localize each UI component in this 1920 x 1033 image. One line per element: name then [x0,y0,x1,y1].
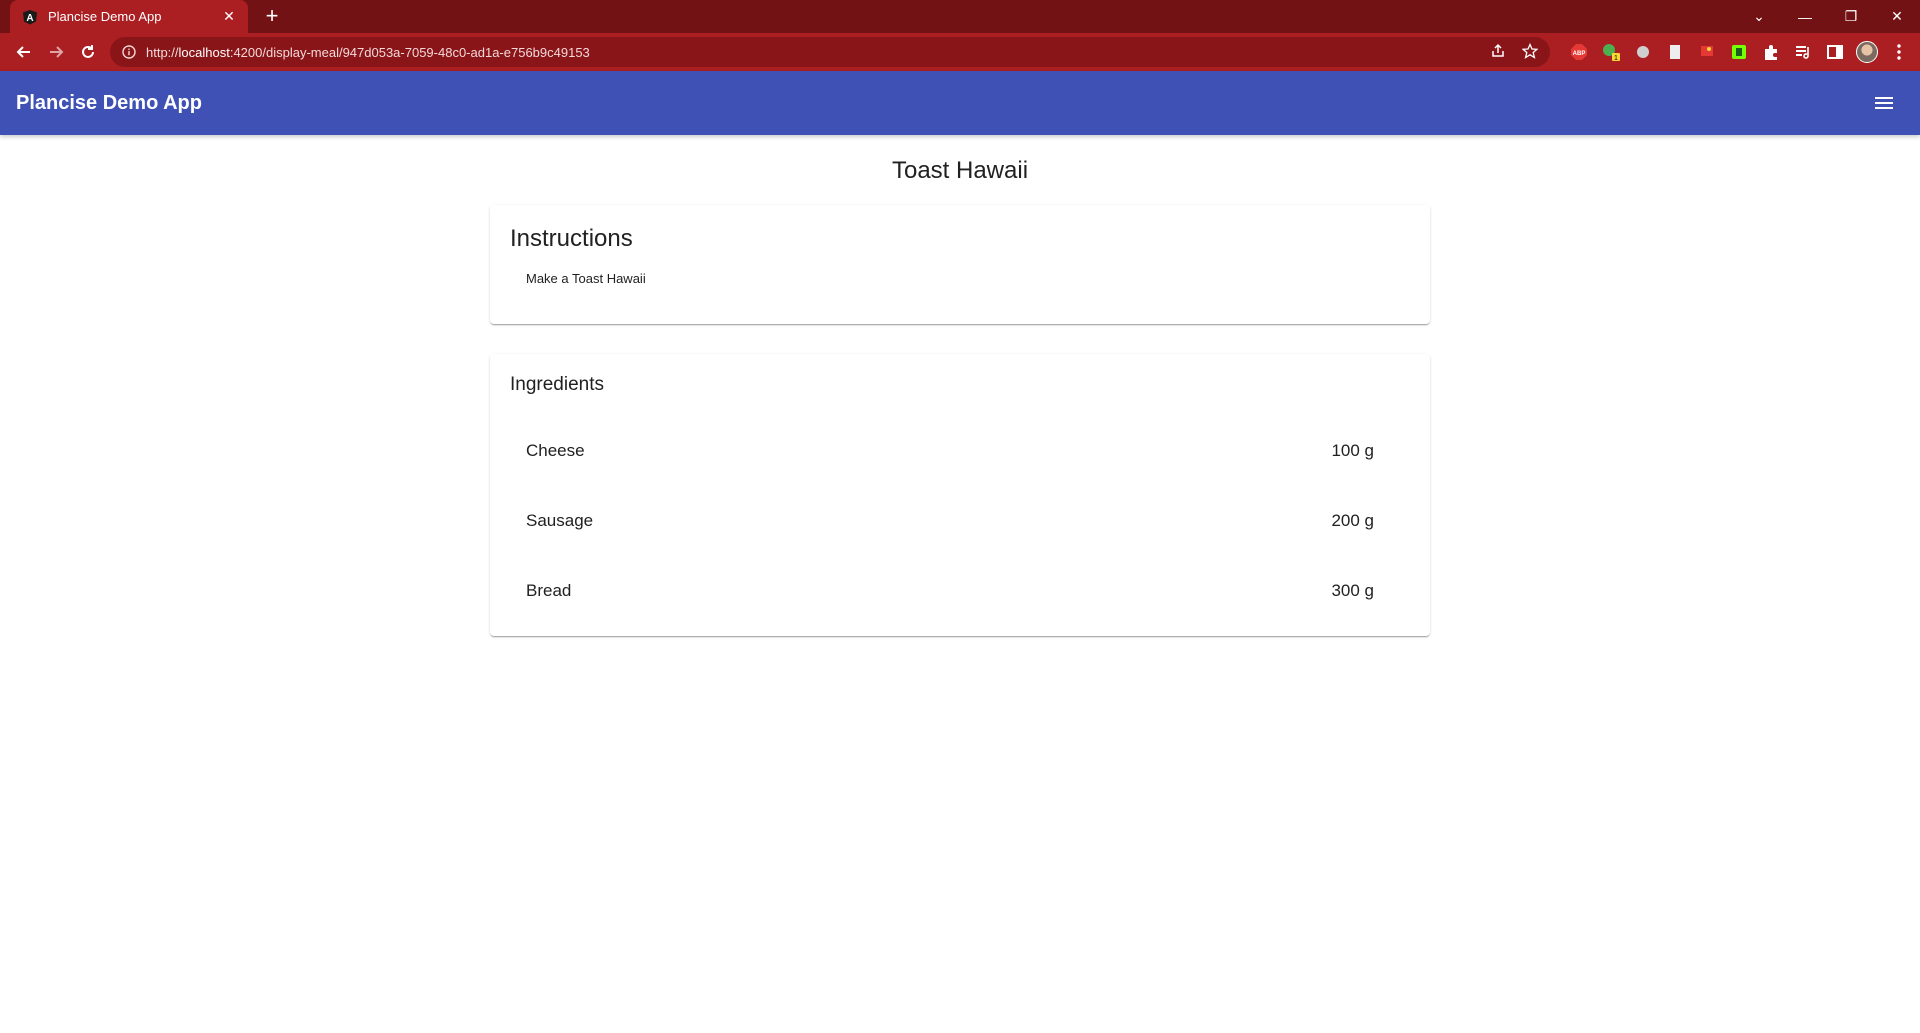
ingredients-card: Ingredients Cheese 100 g Sausage 200 g B… [490,354,1430,636]
reload-icon[interactable] [72,36,104,68]
extensions-area: ABP 1 [1568,41,1910,63]
reading-list-icon[interactable] [1792,41,1814,63]
browser-toolbar: http://localhost:4200/display-meal/947d0… [0,33,1920,71]
circle-extension-icon[interactable] [1632,41,1654,63]
url-prefix: http:// [146,44,179,60]
abp-icon[interactable]: ABP [1568,41,1590,63]
ingredients-heading: Ingredients [510,374,605,395]
browser-tab-active[interactable]: A Plancise Demo App ✕ [10,0,248,33]
close-window-icon[interactable]: ✕ [1874,2,1920,32]
ingredient-name: Bread [526,581,572,600]
ingredient-name: Cheese [526,441,585,460]
bookmark-star-icon[interactable] [1521,42,1539,62]
instructions-text: Make a Toast Hawaii [526,271,646,286]
hamburger-menu-icon[interactable] [1864,83,1904,123]
svg-text:A: A [26,13,33,24]
green-extension-icon[interactable] [1728,41,1750,63]
app-title: Plancise Demo App [16,91,202,114]
minimize-icon[interactable]: — [1782,2,1828,32]
restore-icon[interactable]: ❐ [1828,2,1874,32]
instructions-card: Instructions Make a Toast Hawaii [490,205,1430,324]
omnibox-actions [1490,42,1539,62]
flag-extension-icon[interactable] [1696,41,1718,63]
instructions-heading: Instructions [510,225,633,252]
page-extension-icon[interactable] [1664,41,1686,63]
window-controls: ⌄ — ❐ ✕ [1736,0,1920,33]
site-info-icon[interactable] [122,45,136,59]
tab-strip: A Plancise Demo App ✕ + ⌄ — ❐ ✕ [0,0,1920,33]
ingredient-row: Sausage 200 g [510,486,1410,556]
meal-title: Toast Hawaii [891,157,1029,184]
profile-avatar[interactable] [1856,41,1878,63]
svg-text:1: 1 [1614,55,1618,62]
back-icon[interactable] [8,36,40,68]
share-icon[interactable] [1490,43,1506,62]
ingredient-amount: 300 g [1331,581,1374,600]
new-tab-icon[interactable]: + [258,2,286,30]
main-content: Toast Hawaii Instructions Make a Toast H… [490,135,1430,636]
ingredient-name: Sausage [526,511,594,530]
svg-text:ABP: ABP [1573,51,1586,57]
url-path: :4200/display-meal/947d053a-7059-48c0-ad… [229,44,590,60]
angular-favicon-icon: A [22,9,38,25]
tab-search-icon[interactable]: ⌄ [1736,2,1782,32]
tab-title: Plancise Demo App [48,9,162,24]
chrome-menu-icon[interactable] [1888,41,1910,63]
ingredient-row: Bread 300 g [510,556,1410,626]
side-panel-icon[interactable] [1824,41,1846,63]
browser-window: A Plancise Demo App ✕ + ⌄ — ❐ ✕ http://l… [0,0,1920,1033]
app-toolbar: Plancise Demo App [0,71,1920,135]
puzzle-icon[interactable] [1760,41,1782,63]
ingredient-amount: 100 g [1331,441,1374,460]
extension-badge-icon[interactable]: 1 [1600,41,1622,63]
avatar [1856,41,1878,63]
tab-close-icon[interactable]: ✕ [220,8,238,26]
url-text: http://localhost:4200/display-meal/947d0… [146,45,590,60]
ingredient-row: Cheese 100 g [510,416,1410,486]
address-bar[interactable]: http://localhost:4200/display-meal/947d0… [110,37,1550,67]
forward-icon[interactable] [40,36,72,68]
url-host: localhost [178,44,230,60]
ingredient-amount: 200 g [1331,511,1374,530]
